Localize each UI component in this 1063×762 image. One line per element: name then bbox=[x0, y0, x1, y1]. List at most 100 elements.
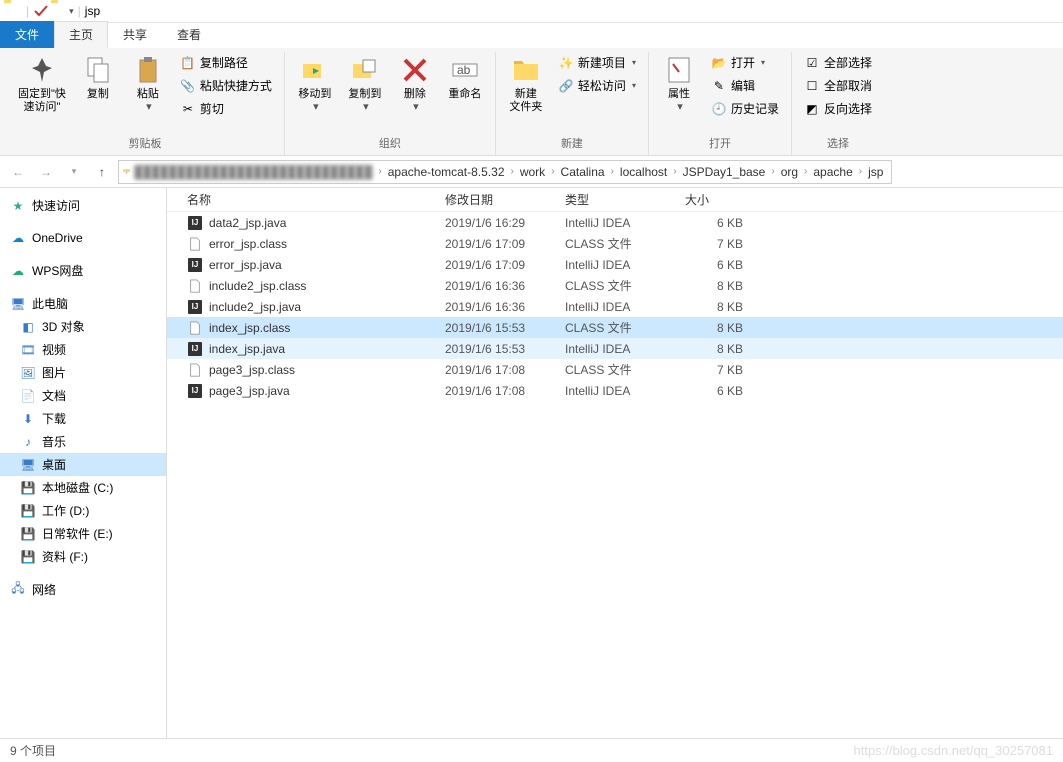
file-type: IntelliJ IDEA bbox=[559, 384, 679, 398]
ribbon-group-clipboard: 固定到"快 速访问" 复制 粘贴 ▾ 📋复制路径 📎粘贴快捷方式 ✂剪切 剪贴板 bbox=[6, 52, 285, 155]
file-icon bbox=[187, 236, 203, 252]
sidebar-drive-e[interactable]: 💾日常软件 (E:) bbox=[0, 522, 166, 545]
recent-dropdown[interactable]: ▾ bbox=[62, 160, 86, 184]
file-date: 2019/1/6 16:36 bbox=[439, 279, 559, 293]
pin-button[interactable]: 固定到"快 速访问" bbox=[14, 52, 70, 116]
column-date[interactable]: 修改日期 bbox=[439, 191, 559, 208]
sidebar-quick-access[interactable]: ★快速访问 bbox=[0, 194, 166, 217]
up-button[interactable]: ↑ bbox=[90, 160, 114, 184]
dropdown-icon[interactable]: ▾ bbox=[69, 6, 74, 17]
back-button[interactable]: ← bbox=[6, 160, 30, 184]
rename-button[interactable]: ab 重命名 bbox=[443, 52, 487, 103]
tab-file[interactable]: 文件 bbox=[0, 21, 54, 48]
breadcrumb-item[interactable]: ████████████████████████████ bbox=[130, 165, 376, 179]
group-label: 组织 bbox=[379, 133, 401, 153]
table-row[interactable]: error_jsp.class2019/1/6 17:09CLASS 文件7 K… bbox=[167, 233, 1063, 254]
newitem-button[interactable]: ✨新建项目▾ bbox=[554, 52, 640, 73]
item-count: 9 个项目 bbox=[10, 742, 56, 759]
table-row[interactable]: page3_jsp.class2019/1/6 17:08CLASS 文件7 K… bbox=[167, 359, 1063, 380]
column-size[interactable]: 大小 bbox=[679, 191, 749, 208]
group-label: 新建 bbox=[561, 133, 583, 153]
newfolder-button[interactable]: 新建 文件夹 bbox=[504, 52, 548, 116]
sidebar-downloads[interactable]: ⬇下载 bbox=[0, 407, 166, 430]
tab-home[interactable]: 主页 bbox=[54, 21, 108, 48]
breadcrumb[interactable]: › ████████████████████████████ › apache-… bbox=[118, 160, 892, 184]
selectnone-button[interactable]: ☐全部取消 bbox=[800, 75, 876, 96]
breadcrumb-item[interactable]: work bbox=[516, 165, 549, 179]
music-icon: ♪ bbox=[20, 434, 36, 450]
file-size: 8 KB bbox=[679, 342, 749, 356]
forward-button[interactable]: → bbox=[34, 160, 58, 184]
group-label: 打开 bbox=[709, 133, 731, 153]
column-name[interactable]: 名称 bbox=[181, 191, 439, 208]
sidebar-network[interactable]: 🖧网络 bbox=[0, 578, 166, 601]
easyaccess-icon: 🔗 bbox=[558, 78, 574, 94]
sidebar-videos[interactable]: 🎞视频 bbox=[0, 338, 166, 361]
breadcrumb-item[interactable]: org bbox=[777, 165, 802, 179]
edit-button[interactable]: ✎编辑 bbox=[707, 75, 783, 96]
group-label: 剪贴板 bbox=[128, 133, 161, 153]
star-icon: ★ bbox=[10, 198, 26, 214]
breadcrumb-item[interactable]: apache bbox=[809, 165, 856, 179]
breadcrumb-item[interactable]: localhost bbox=[616, 165, 671, 179]
breadcrumb-item[interactable]: jsp bbox=[864, 165, 887, 179]
file-size: 6 KB bbox=[679, 384, 749, 398]
moveto-button[interactable]: 移动到▾ bbox=[293, 52, 337, 116]
paste-icon bbox=[132, 54, 164, 86]
ribbon: 固定到"快 速访问" 复制 粘贴 ▾ 📋复制路径 📎粘贴快捷方式 ✂剪切 剪贴板 bbox=[0, 48, 1063, 156]
file-name: IJdata2_jsp.java bbox=[181, 215, 439, 231]
sidebar-3dobjects[interactable]: ◧3D 对象 bbox=[0, 315, 166, 338]
table-row[interactable]: IJerror_jsp.java2019/1/6 17:09IntelliJ I… bbox=[167, 254, 1063, 275]
invertsel-icon: ◩ bbox=[804, 101, 820, 117]
open-button[interactable]: 📂打开▾ bbox=[707, 52, 783, 73]
breadcrumb-item[interactable]: JSPDay1_base bbox=[679, 165, 770, 179]
sidebar-desktop[interactable]: 🖥桌面 bbox=[0, 453, 166, 476]
cut-button[interactable]: ✂剪切 bbox=[176, 98, 276, 119]
properties-button[interactable]: 属性▾ bbox=[657, 52, 701, 116]
drive-icon: 💾 bbox=[20, 480, 36, 496]
tab-share[interactable]: 共享 bbox=[108, 21, 162, 48]
table-row[interactable]: IJinclude2_jsp.java2019/1/6 16:36Intelli… bbox=[167, 296, 1063, 317]
table-row[interactable]: IJdata2_jsp.java2019/1/6 16:29IntelliJ I… bbox=[167, 212, 1063, 233]
sidebar-music[interactable]: ♪音乐 bbox=[0, 430, 166, 453]
ribbon-group-open: 属性▾ 📂打开▾ ✎编辑 🕘历史记录 打开 bbox=[649, 52, 792, 155]
table-row[interactable]: IJindex_jsp.java2019/1/6 15:53IntelliJ I… bbox=[167, 338, 1063, 359]
sidebar-wps[interactable]: ☁WPS网盘 bbox=[0, 259, 166, 282]
copy-button[interactable]: 复制 bbox=[76, 52, 120, 103]
tab-view[interactable]: 查看 bbox=[162, 21, 216, 48]
invertsel-button[interactable]: ◩反向选择 bbox=[800, 98, 876, 119]
copypath-button[interactable]: 📋复制路径 bbox=[176, 52, 276, 73]
main-area: ★快速访问 ☁OneDrive ☁WPS网盘 🖥此电脑 ◧3D 对象 🎞视频 🖼… bbox=[0, 188, 1063, 738]
column-type[interactable]: 类型 bbox=[559, 191, 679, 208]
copyto-button[interactable]: 复制到▾ bbox=[343, 52, 387, 116]
file-icon bbox=[187, 278, 203, 294]
table-row[interactable]: IJpage3_jsp.java2019/1/6 17:08IntelliJ I… bbox=[167, 380, 1063, 401]
sidebar-documents[interactable]: 📄文档 bbox=[0, 384, 166, 407]
delete-button[interactable]: 删除▾ bbox=[393, 52, 437, 116]
chevron-right-icon[interactable]: › bbox=[123, 166, 130, 177]
history-button[interactable]: 🕘历史记录 bbox=[707, 98, 783, 119]
breadcrumb-item[interactable]: Catalina bbox=[557, 165, 609, 179]
delete-icon bbox=[399, 54, 431, 86]
desktop-icon: 🖥 bbox=[20, 457, 36, 473]
paste-button[interactable]: 粘贴 ▾ bbox=[126, 52, 170, 116]
sidebar-drive-c[interactable]: 💾本地磁盘 (C:) bbox=[0, 476, 166, 499]
pasteshortcut-button[interactable]: 📎粘贴快捷方式 bbox=[176, 75, 276, 96]
sidebar-pictures[interactable]: 🖼图片 bbox=[0, 361, 166, 384]
intellij-icon: IJ bbox=[187, 299, 203, 315]
sidebar-thispc[interactable]: 🖥此电脑 bbox=[0, 292, 166, 315]
edit-icon: ✎ bbox=[711, 78, 727, 94]
table-row[interactable]: index_jsp.class2019/1/6 15:53CLASS 文件8 K… bbox=[167, 317, 1063, 338]
file-type: CLASS 文件 bbox=[559, 235, 679, 252]
table-row[interactable]: include2_jsp.class2019/1/6 16:36CLASS 文件… bbox=[167, 275, 1063, 296]
selectall-button[interactable]: ☑全部选择 bbox=[800, 52, 876, 73]
sidebar-onedrive[interactable]: ☁OneDrive bbox=[0, 227, 166, 249]
easyaccess-button[interactable]: 🔗轻松访问▾ bbox=[554, 75, 640, 96]
sidebar-drive-d[interactable]: 💾工作 (D:) bbox=[0, 499, 166, 522]
file-name: IJerror_jsp.java bbox=[181, 257, 439, 273]
nav-sidebar: ★快速访问 ☁OneDrive ☁WPS网盘 🖥此电脑 ◧3D 对象 🎞视频 🖼… bbox=[0, 188, 167, 738]
watermark: https://blog.csdn.net/qq_30257081 bbox=[854, 743, 1054, 758]
intellij-icon: IJ bbox=[187, 383, 203, 399]
sidebar-drive-f[interactable]: 💾资料 (F:) bbox=[0, 545, 166, 568]
breadcrumb-item[interactable]: apache-tomcat-8.5.32 bbox=[384, 165, 509, 179]
